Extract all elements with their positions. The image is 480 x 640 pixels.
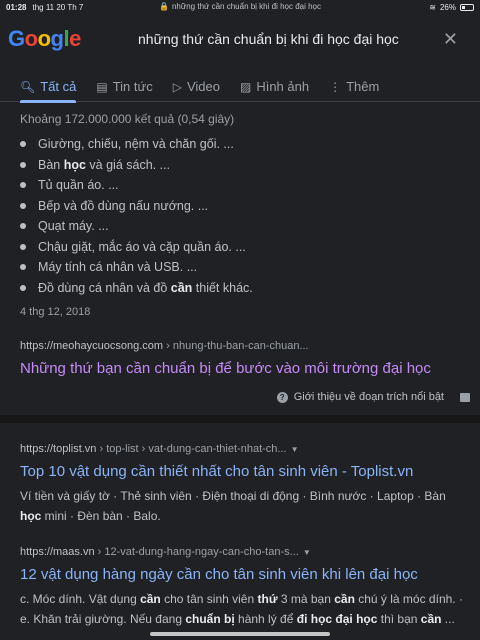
search-tabs: 🔍︎ Tất cả ▤ Tin tức ▷ Video ▨ Hình ảnh ⋮… (0, 72, 480, 103)
result-title-link[interactable]: Top 10 vật dụng cần thiết nhất cho tân s… (20, 463, 470, 480)
bullet-icon (20, 223, 26, 230)
tab-label: Video (186, 79, 220, 94)
search-input[interactable]: những thứ cần chuẩn bị khi đi học đại họ… (124, 22, 472, 56)
list-item: Tủ quần áo. ... (20, 175, 470, 196)
list-item: Máy tính cá nhân và USB. ... (20, 257, 470, 278)
search-result: https://maas.vn › 12-vat-dung-hang-ngay-… (20, 546, 470, 629)
snippet-date: 4 thg 12, 2018 (20, 306, 91, 318)
feedback-icon[interactable] (460, 392, 470, 402)
search-icon: 🔍︎ (20, 79, 36, 94)
video-icon: ▷ (172, 79, 182, 94)
cite-path: › top-list › vat-dung-can-thiet-nhat-ch.… (96, 443, 287, 455)
header: Google những thứ cần chuẩn bị khi đi học… (0, 16, 480, 64)
tab-news[interactable]: ▤ Tin tức (96, 72, 152, 102)
lock-icon: 🔒 (159, 2, 169, 11)
tab-more[interactable]: ⋮ Thêm (329, 72, 379, 102)
featured-snippet-list: Giường, chiếu, nệm và chăn gối. ... Bàn h… (20, 134, 470, 298)
tab-label: Tin tức (112, 79, 153, 94)
list-item: Chậu giặt, mắc áo và cặp quần áo. ... (20, 237, 470, 258)
more-icon: ⋮ (329, 79, 342, 94)
snippet-cite[interactable]: https://meohaycuocsong.com › nhung-thu-b… (20, 340, 470, 352)
bullet-icon (20, 202, 26, 209)
tab-video[interactable]: ▷ Video (173, 72, 220, 102)
bullet-icon (20, 243, 26, 250)
snippet-title-link[interactable]: Những thứ bạn cần chuẩn bị để bước vào m… (20, 360, 470, 377)
result-description: Ví tiền và giấy tờ · Thẻ sinh viên · Điệ… (20, 489, 446, 523)
cite-path: › 12-vat-dung-hang-ngay-can-cho-tan-s... (94, 546, 299, 558)
chevron-down-icon[interactable]: ▼ (291, 445, 299, 454)
chevron-down-icon[interactable]: ▼ (303, 548, 311, 557)
result-cite[interactable]: https://maas.vn › 12-vat-dung-hang-ngay-… (20, 546, 470, 558)
news-icon: ▤ (96, 79, 108, 94)
bullet-icon (20, 141, 26, 148)
home-indicator[interactable] (150, 632, 330, 636)
bullet-icon (20, 161, 26, 168)
list-item: Giường, chiếu, nệm và chăn gối. ... (20, 134, 470, 155)
address-bar[interactable]: 🔒 những thứ cần chuẩn bị khi đi học đại h… (0, 2, 480, 11)
search-query: những thứ cần chuẩn bị khi đi học đại họ… (138, 31, 399, 47)
result-description: c. Móc dính. Vật dụng cần cho tân sinh v… (20, 592, 463, 626)
image-icon: ▨ (239, 79, 252, 94)
battery-icon (460, 3, 474, 11)
result-title-link[interactable]: 12 vật dụng hàng ngày cần cho tân sinh v… (20, 566, 470, 583)
cite-domain: https://maas.vn (20, 546, 95, 558)
close-icon[interactable]: ✕ (443, 29, 458, 50)
cite-domain: https://meohaycuocsong.com (20, 340, 164, 352)
address-text: những thứ cần chuẩn bị khi đi học đại họ… (171, 2, 321, 11)
list-item: Quạt máy. ... (20, 216, 470, 237)
bullet-icon (20, 284, 26, 291)
about-snippet-row: ? Giới thiệu về đoạn trích nổi bật (20, 391, 470, 403)
tab-images[interactable]: ▨ Hình ảnh (240, 72, 309, 102)
cite-path: › nhung-thu-ban-can-chuan... (163, 340, 309, 352)
divider (0, 415, 480, 423)
list-item: Bàn học và giá sách. ... (20, 155, 470, 176)
result-cite[interactable]: https://toplist.vn › top-list › vat-dung… (20, 443, 470, 455)
result-stats: Khoảng 172.000.000 kết quả (0,54 giây) (20, 112, 235, 126)
about-snippet-link[interactable]: Giới thiệu về đoạn trích nổi bật (294, 391, 444, 403)
bullet-icon (20, 182, 26, 189)
search-result: https://toplist.vn › top-list › vat-dung… (20, 443, 470, 526)
tab-label: Tất cả (40, 79, 77, 94)
tab-label: Hình ảnh (256, 79, 310, 94)
status-bar: 01:28 thg 11 20 Th 7 🔒 những thứ cần chuẩ… (0, 0, 480, 14)
list-item: Bếp và đồ dùng nấu nướng. ... (20, 196, 470, 217)
help-icon[interactable]: ? (276, 391, 288, 403)
cite-domain: https://toplist.vn (20, 443, 97, 455)
google-logo[interactable]: Google (8, 26, 81, 52)
list-item: Đồ dùng cá nhân và đồ cần thiết khác. (20, 278, 470, 299)
tab-all[interactable]: 🔍︎ Tất cả (20, 72, 77, 103)
tab-label: Thêm (346, 79, 380, 94)
results-main: Khoảng 172.000.000 kết quả (0,54 giây) G… (0, 102, 480, 629)
bullet-icon (20, 264, 26, 271)
